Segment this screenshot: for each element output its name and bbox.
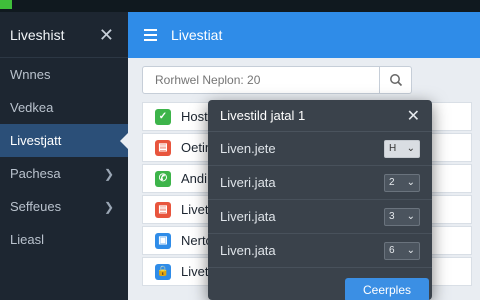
select-value: H bbox=[389, 143, 397, 154]
search-box bbox=[142, 66, 412, 94]
search-input[interactable] bbox=[143, 67, 379, 93]
search-icon[interactable] bbox=[379, 67, 411, 93]
dialog-rows: Liven.jete H ⌄ Liveri.jata 2 ⌄ Liveri.jata 3 ⌄ Li… bbox=[208, 132, 432, 268]
sidebar-item-label: Wnnes bbox=[10, 67, 51, 82]
value-select[interactable]: 6 ⌄ bbox=[384, 241, 420, 260]
dialog-row: Liven.jete H ⌄ bbox=[208, 132, 432, 166]
sidebar-title: Liveshist bbox=[10, 26, 65, 43]
sidebar-item-label: Livestjatt bbox=[10, 133, 62, 148]
sidebar-nav: Wnnes Vedkea Livestjatt Pachesa ❯ Seffeues ❯ Li… bbox=[0, 58, 128, 256]
sidebar-item[interactable]: Seffeues ❯ bbox=[0, 190, 128, 223]
value-select[interactable]: H ⌄ bbox=[384, 139, 420, 158]
chevron-down-icon: ⌄ bbox=[406, 177, 415, 188]
chevron-right-icon: ❯ bbox=[103, 199, 114, 214]
select-value: 2 bbox=[389, 177, 395, 188]
header-bar: Livestiat bbox=[128, 12, 480, 58]
select-value: 6 bbox=[389, 245, 395, 256]
phone-icon: ✆ bbox=[155, 170, 171, 187]
sidebar-item[interactable]: Livestjatt bbox=[0, 124, 128, 157]
sidebar-item-label: Pachesa bbox=[10, 166, 61, 181]
dialog-title: Livestild jatal 1 bbox=[220, 108, 306, 123]
dialog-row-label: Liven.jata bbox=[220, 243, 276, 258]
sidebar-item[interactable]: Lieasl bbox=[0, 223, 128, 256]
dialog-row-label: Liveri.jata bbox=[220, 175, 276, 190]
list-item-label: Livet bbox=[181, 202, 209, 217]
lock-icon: 🔒 bbox=[155, 263, 171, 280]
green-square-icon: ✓ bbox=[155, 108, 171, 125]
close-icon[interactable]: ✕ bbox=[407, 106, 420, 126]
dialog: Livestild jatal 1 ✕ Liven.jete H ⌄ Liveri.j… bbox=[208, 100, 432, 300]
chevron-down-icon: ⌄ bbox=[406, 211, 415, 222]
sidebar-item[interactable]: Vedkea bbox=[0, 91, 128, 124]
list-item-label: Andi bbox=[181, 171, 208, 186]
chevron-down-icon: ⌄ bbox=[406, 245, 415, 256]
close-icon[interactable]: ✕ bbox=[99, 26, 114, 44]
value-select[interactable]: 3 ⌄ bbox=[384, 207, 420, 226]
dialog-row: Liven.jata 6 ⌄ bbox=[208, 234, 432, 268]
value-select[interactable]: 2 ⌄ bbox=[384, 173, 420, 192]
list-item-label: Host bbox=[181, 109, 208, 124]
red-square-icon: ▤ bbox=[155, 201, 171, 218]
dialog-header: Livestild jatal 1 ✕ bbox=[208, 100, 432, 132]
sidebar-item[interactable]: Pachesa ❯ bbox=[0, 157, 128, 190]
chevron-right-icon: ❯ bbox=[103, 166, 114, 181]
chevron-down-icon: ⌄ bbox=[406, 143, 415, 154]
dialog-row-label: Liven.jete bbox=[220, 141, 276, 156]
menu-icon[interactable] bbox=[144, 29, 157, 41]
top-strip bbox=[0, 0, 480, 12]
header-title: Livestiat bbox=[171, 27, 223, 43]
dialog-row: Liveri.jata 3 ⌄ bbox=[208, 200, 432, 234]
sidebar-item-label: Vedkea bbox=[10, 100, 54, 115]
status-indicator bbox=[0, 0, 12, 9]
confirm-button[interactable]: Ceerples bbox=[345, 278, 429, 300]
blue-square-icon: ▣ bbox=[155, 232, 171, 249]
dialog-row: Liveri.jata 2 ⌄ bbox=[208, 166, 432, 200]
app-window: Liveshist ✕ Wnnes Vedkea Livestjatt Pachesa… bbox=[0, 0, 480, 300]
sidebar-item-label: Seffeues bbox=[10, 199, 62, 214]
select-value: 3 bbox=[389, 211, 395, 222]
sidebar: Liveshist ✕ Wnnes Vedkea Livestjatt Pachesa… bbox=[0, 12, 128, 300]
sidebar-item[interactable]: Wnnes bbox=[0, 58, 128, 91]
red-square-icon: ▤ bbox=[155, 139, 171, 156]
sidebar-header: Liveshist ✕ bbox=[0, 12, 128, 58]
active-pointer bbox=[120, 132, 128, 149]
sidebar-item-label: Lieasl bbox=[10, 232, 44, 247]
dialog-row-label: Liveri.jata bbox=[220, 209, 276, 224]
